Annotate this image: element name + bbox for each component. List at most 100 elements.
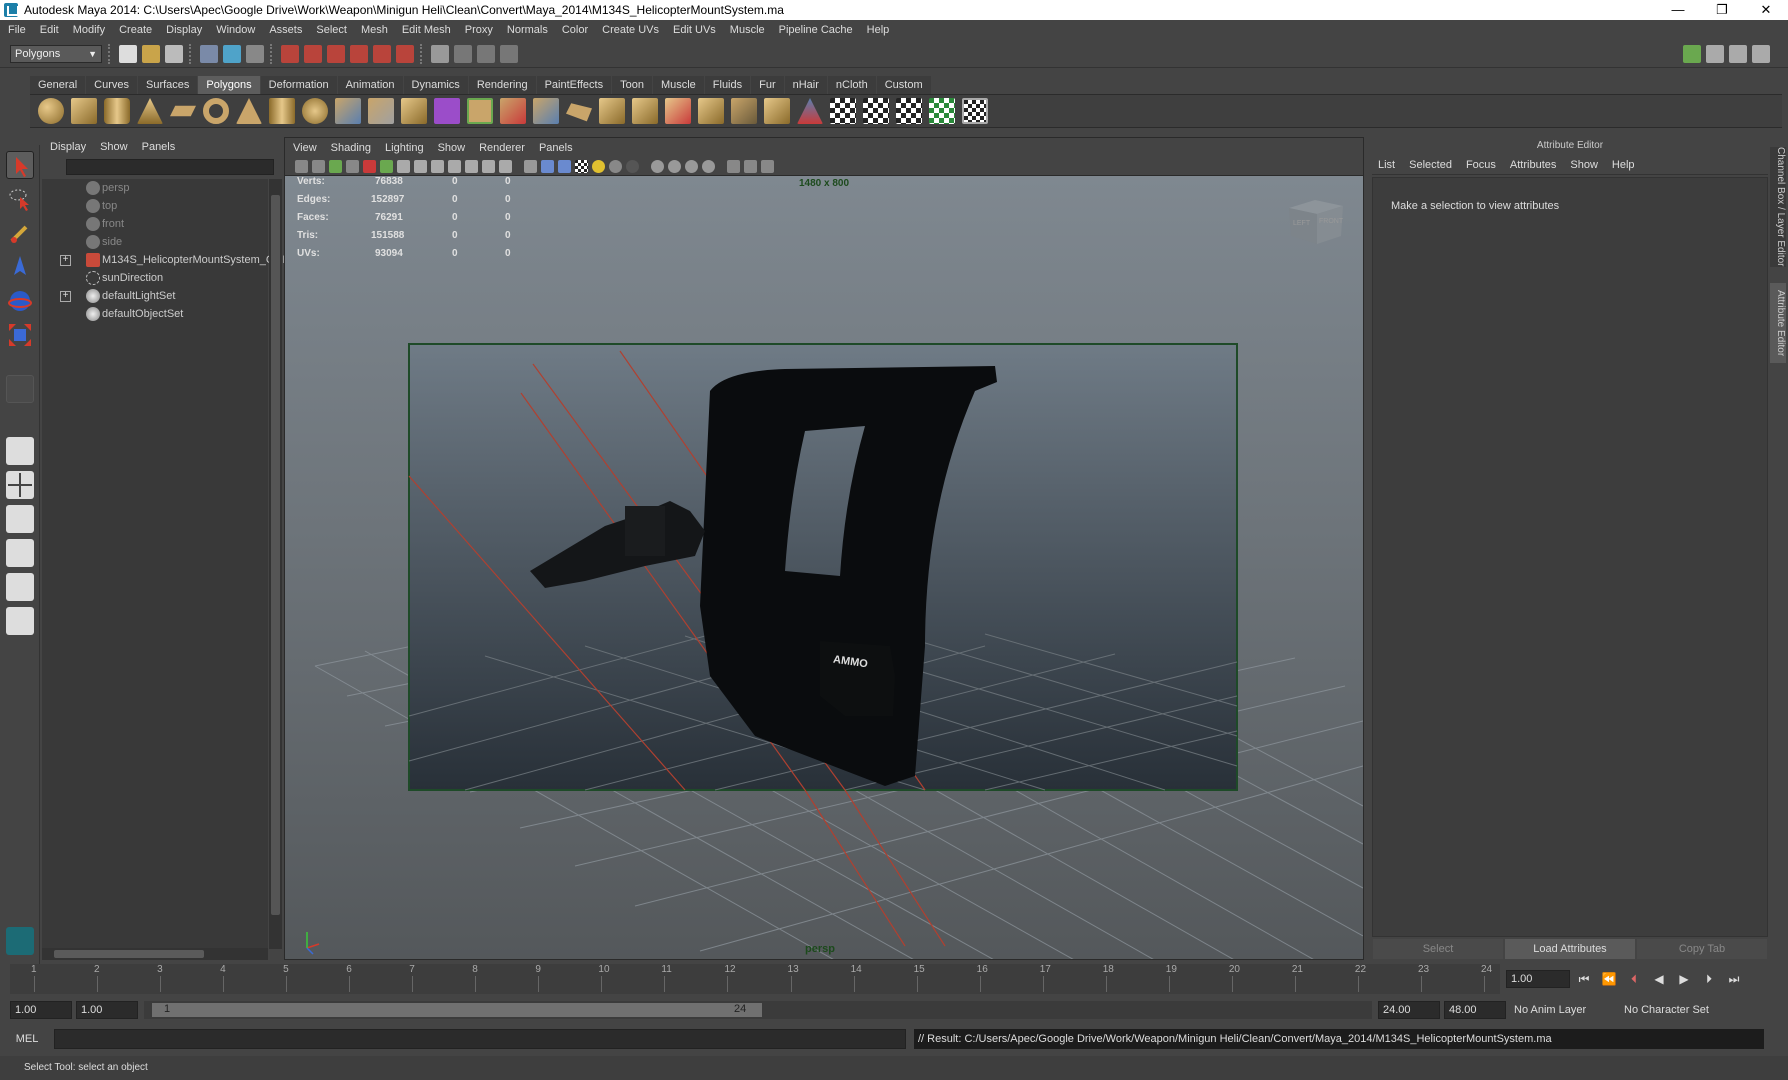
ae-menu-selected[interactable]: Selected (1409, 159, 1452, 171)
use-all-lights-icon[interactable] (592, 160, 605, 173)
list-item[interactable]: + defaultLightSet (42, 287, 268, 305)
tab-deformation[interactable]: Deformation (260, 76, 337, 94)
snap-magnet-icon[interactable] (396, 44, 414, 63)
range-slider-handle[interactable] (152, 1003, 762, 1017)
load-attributes-button[interactable]: Load Attributes (1505, 939, 1635, 959)
maya-home-icon[interactable] (6, 927, 34, 955)
time-slider[interactable]: 1 2 3 4 5 6 7 8 9 10 11 12 13 14 15 16 17 18 19 20 21 22 23 24 (10, 964, 1500, 994)
tab-muscle[interactable]: Muscle (652, 76, 704, 94)
poly-pyramid-icon[interactable] (236, 98, 262, 124)
step-back-key-icon[interactable]: ⏴ (1623, 970, 1645, 988)
tab-ncloth[interactable]: nCloth (827, 76, 876, 94)
snap-live-icon[interactable] (373, 44, 391, 63)
viewport-menu-renderer[interactable]: Renderer (479, 142, 525, 154)
poly-cylinder-icon[interactable] (104, 98, 130, 124)
play-backward-icon[interactable]: ◀ (1648, 970, 1670, 988)
poly-soccer-ball-icon[interactable] (302, 98, 328, 124)
outliner-menu-display[interactable]: Display (50, 141, 86, 153)
snap-grid-icon[interactable] (281, 44, 299, 63)
merge-vertices-icon[interactable] (665, 98, 691, 124)
gate-mask-icon[interactable] (448, 160, 461, 173)
tab-painteffects[interactable]: PaintEffects (536, 76, 612, 94)
depth-of-field-icon[interactable] (685, 160, 698, 173)
append-polygon-icon[interactable] (566, 103, 592, 122)
menu-muscle[interactable]: Muscle (730, 24, 765, 36)
render-current-icon[interactable] (454, 44, 472, 63)
field-chart-icon[interactable] (465, 160, 478, 173)
poly-pipe-icon[interactable] (269, 98, 295, 124)
smooth-proxy-icon[interactable] (434, 98, 460, 124)
ae-menu-show[interactable]: Show (1570, 159, 1598, 171)
xray-components-icon[interactable] (761, 160, 774, 173)
menu-create-uvs[interactable]: Create UVs (602, 24, 659, 36)
select-button[interactable]: Select (1373, 939, 1503, 959)
toggle-channel-box-icon[interactable] (1752, 44, 1770, 63)
new-scene-icon[interactable] (119, 44, 137, 63)
rotate-tool-icon[interactable] (6, 287, 34, 315)
extract-icon[interactable] (401, 98, 427, 124)
viewport-menu-lighting[interactable]: Lighting (385, 142, 424, 154)
outliner-menu-show[interactable]: Show (100, 141, 128, 153)
range-slider[interactable]: 1 24 (144, 1001, 1372, 1019)
automatic-mapping-icon[interactable] (929, 98, 955, 124)
last-tool-slot-icon[interactable] (6, 375, 34, 403)
lasso-tool-icon[interactable] (6, 185, 34, 213)
poly-cube-icon[interactable] (71, 98, 97, 124)
wireframe-on-shaded-icon[interactable] (558, 160, 571, 173)
mel-label[interactable]: MEL (0, 1033, 54, 1045)
tab-surfaces[interactable]: Surfaces (137, 76, 198, 94)
render-view-icon[interactable] (431, 44, 449, 63)
expand-icon[interactable]: + (60, 254, 71, 266)
copy-tab-button[interactable]: Copy Tab (1637, 939, 1767, 959)
more-layouts-icon[interactable] (6, 645, 34, 659)
tab-polygons[interactable]: Polygons (198, 76, 260, 94)
persp-viewport[interactable]: AMMO Verts: 76838 0 0 Edges: 152897 0 0 … (285, 176, 1363, 959)
select-hierarchy-icon[interactable] (200, 44, 218, 63)
safe-title-icon[interactable] (499, 160, 512, 173)
insert-edge-loop-icon[interactable] (632, 98, 658, 124)
ae-menu-focus[interactable]: Focus (1466, 159, 1496, 171)
split-polygon-icon[interactable] (599, 98, 625, 124)
two-d-pan-icon[interactable] (363, 160, 376, 173)
menu-pipeline-cache[interactable]: Pipeline Cache (779, 24, 853, 36)
list-item[interactable]: defaultObjectSet (42, 305, 268, 323)
step-forward-key-icon[interactable]: ⏵ (1698, 970, 1720, 988)
render-settings-icon[interactable] (500, 44, 518, 63)
command-input[interactable] (54, 1029, 906, 1049)
list-item[interactable]: front (42, 215, 268, 233)
toggle-attribute-editor-icon[interactable] (1706, 44, 1724, 63)
select-object-icon[interactable] (223, 44, 241, 63)
multisample-aa-icon[interactable] (668, 160, 681, 173)
open-scene-icon[interactable] (142, 44, 160, 63)
cylindrical-mapping-icon[interactable] (863, 98, 889, 124)
restore-button[interactable]: ❐ (1700, 0, 1744, 20)
select-component-icon[interactable] (246, 44, 264, 63)
xray-joints-icon[interactable] (744, 160, 757, 173)
tab-dynamics[interactable]: Dynamics (403, 76, 468, 94)
list-item[interactable]: persp (42, 179, 268, 197)
tab-fur[interactable]: Fur (751, 76, 784, 94)
menu-edit[interactable]: Edit (40, 24, 59, 36)
playback-start-field[interactable]: 1.00 (76, 1001, 138, 1019)
poly-cone-icon[interactable] (137, 98, 163, 124)
shadows-icon[interactable] (609, 160, 622, 173)
xray-icon[interactable] (727, 160, 740, 173)
wireframe-icon[interactable] (524, 160, 537, 173)
bridge-icon[interactable] (533, 98, 559, 124)
outliner-menu-panels[interactable]: Panels (142, 141, 176, 153)
list-item[interactable]: top (42, 197, 268, 215)
viewcube[interactable]: LEFT FRONT (1285, 196, 1347, 246)
outliner-filter-input[interactable] (66, 159, 274, 175)
ae-menu-help[interactable]: Help (1612, 159, 1635, 171)
menu-modify[interactable]: Modify (73, 24, 105, 36)
menu-display[interactable]: Display (166, 24, 202, 36)
extrude-icon[interactable] (500, 98, 526, 124)
grid-toggle-icon[interactable] (397, 160, 410, 173)
close-button[interactable]: ✕ (1744, 0, 1788, 20)
isolate-select-icon[interactable] (702, 160, 715, 173)
toggle-modeling-toolkit-icon[interactable] (1683, 44, 1701, 63)
menu-proxy[interactable]: Proxy (465, 24, 493, 36)
persp-graph-layout-icon[interactable] (6, 539, 34, 567)
menu-select[interactable]: Select (316, 24, 347, 36)
minimize-button[interactable]: — (1656, 0, 1700, 20)
